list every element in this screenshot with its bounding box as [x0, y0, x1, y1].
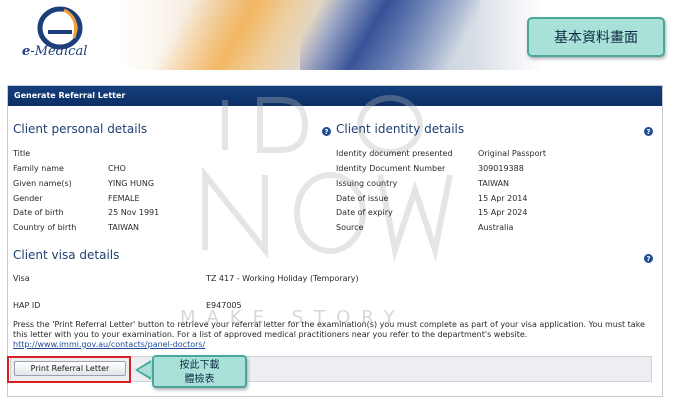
identity-value-issuing-country: TAIWAN	[478, 179, 510, 188]
personal-label-dob: Date of birth	[13, 208, 64, 217]
identity-value-source: Australia	[478, 223, 514, 232]
callout-line-1: 按此下載	[179, 360, 220, 371]
help-icon[interactable]: ?	[644, 254, 653, 263]
identity-label-document-number: Identity Document Number	[336, 164, 446, 173]
help-icon[interactable]: ?	[322, 127, 331, 136]
header-blue-sweep	[300, 0, 480, 70]
identity-label-source: Source	[336, 223, 364, 232]
visa-label: Visa	[13, 274, 30, 283]
identity-value-date-of-expiry: 15 Apr 2024	[478, 208, 528, 217]
visa-value: TZ 417 - Working Holiday (Temporary)	[206, 274, 359, 283]
panel-title-bar: Generate Referral Letter	[8, 86, 662, 106]
panel-doctors-link[interactable]: http://www.immi.gov.au/contacts/panel-do…	[13, 340, 205, 349]
personal-label-family-name: Family name	[13, 164, 64, 173]
hap-id-value: E947005	[206, 301, 242, 310]
identity-label-document: Identity document presented	[336, 149, 453, 158]
annotation-label: 基本資料畫面	[527, 17, 665, 57]
instructions-text: Press the 'Print Referral Letter' button…	[13, 320, 645, 339]
identity-details-title: Client identity details	[336, 122, 465, 136]
personal-value-country-of-birth: TAIWAN	[108, 223, 140, 232]
personal-value-given-names: YING HUNG	[108, 179, 155, 188]
logo-wordmark: e-Medical	[22, 44, 88, 59]
personal-label-country-of-birth: Country of birth	[13, 223, 77, 232]
personal-label-title: Title	[13, 149, 31, 158]
personal-value-gender: FEMALE	[108, 194, 140, 203]
visa-details-title: Client visa details	[13, 248, 120, 262]
identity-value-date-of-issue: 15 Apr 2014	[478, 194, 528, 203]
help-icon[interactable]: ?	[644, 127, 653, 136]
hap-id-label: HAP ID	[13, 301, 41, 310]
personal-label-given-names: Given name(s)	[13, 179, 72, 188]
personal-value-dob: 25 Nov 1991	[108, 208, 160, 217]
personal-details-title: Client personal details	[13, 122, 148, 136]
identity-value-document: Original Passport	[478, 149, 546, 158]
identity-label-issuing-country: Issuing country	[336, 179, 398, 188]
identity-label-date-of-expiry: Date of expiry	[336, 208, 393, 217]
personal-label-gender: Gender	[13, 194, 43, 203]
identity-label-date-of-issue: Date of issue	[336, 194, 389, 203]
instructions-paragraph: Press the 'Print Referral Letter' button…	[13, 320, 653, 350]
callout-line-2: 體檢表	[184, 374, 215, 385]
print-referral-letter-button[interactable]: Print Referral Letter	[14, 361, 126, 376]
callout-arrow	[138, 362, 152, 378]
identity-value-document-number: 309019388	[478, 164, 524, 173]
personal-value-family-name: CHO	[108, 164, 126, 173]
download-callout: 按此下載 體檢表	[152, 355, 247, 388]
